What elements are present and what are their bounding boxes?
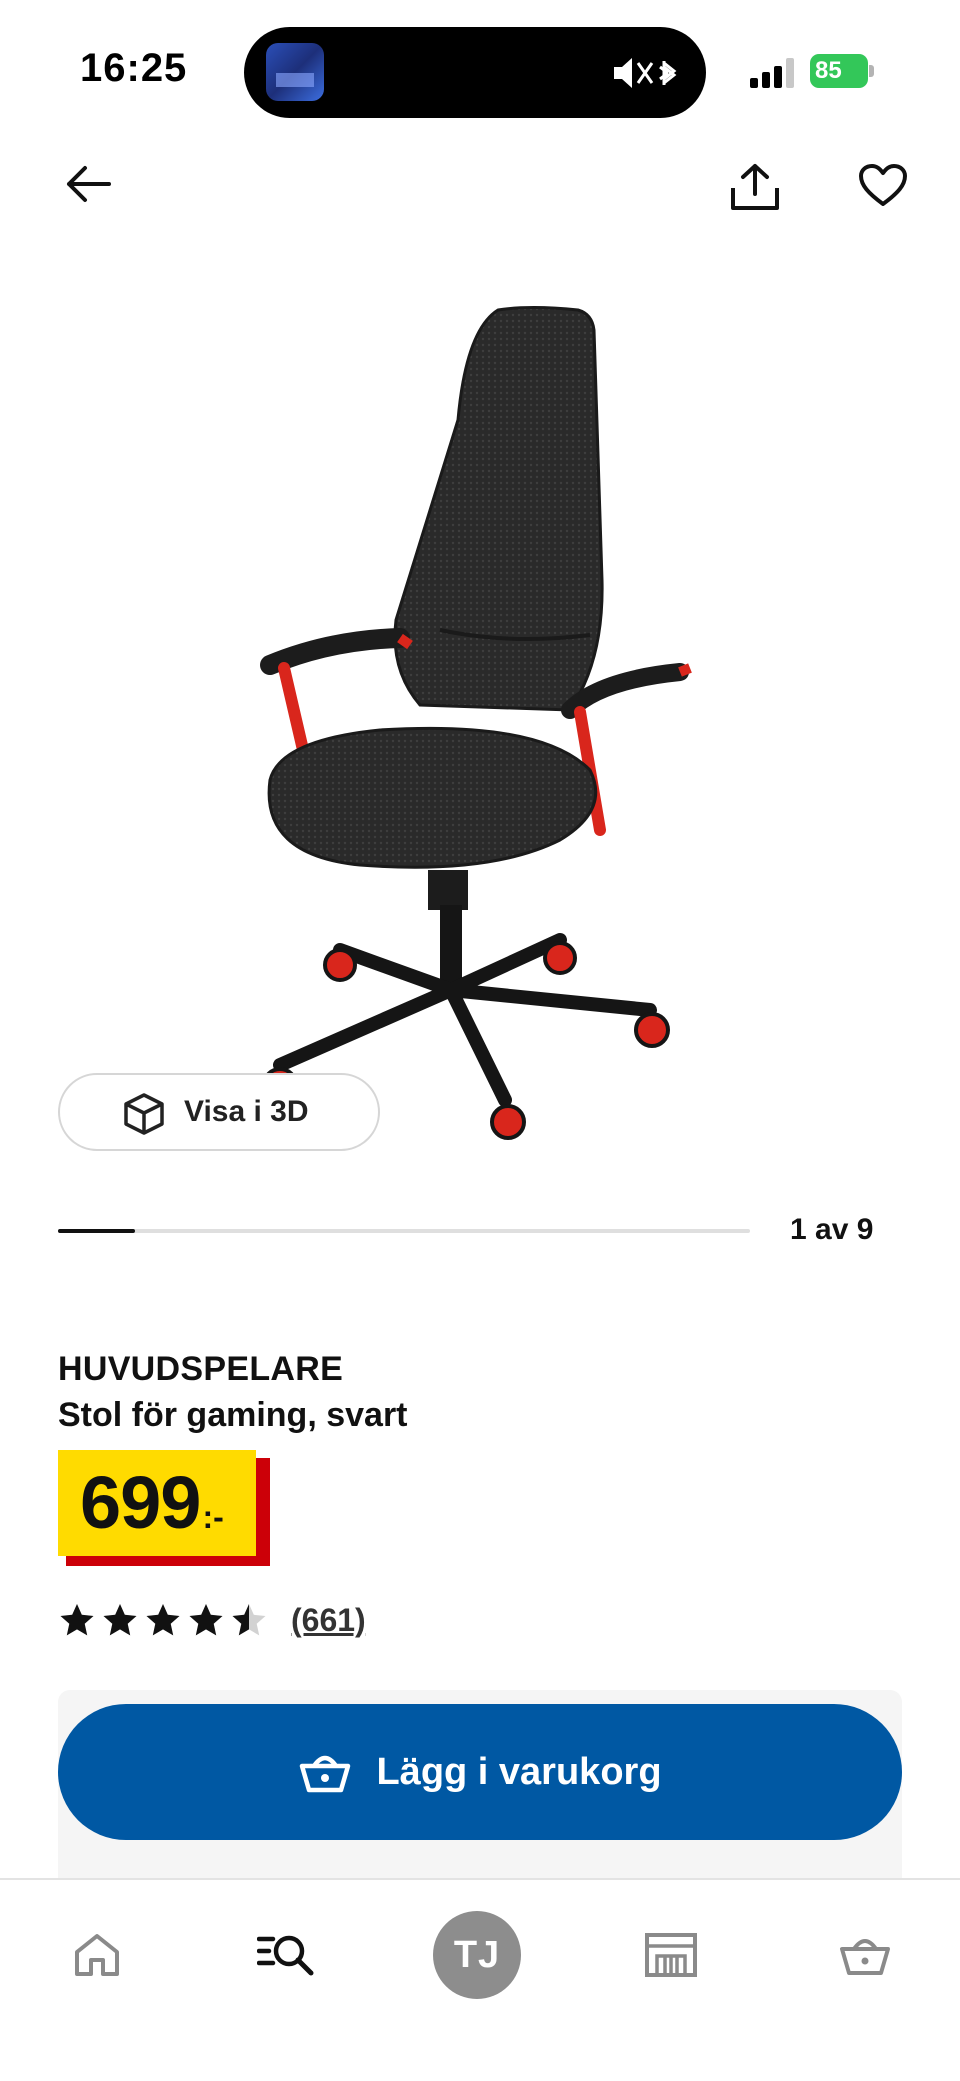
rating-stars xyxy=(58,1602,273,1638)
add-to-cart-label: Lägg i varukorg xyxy=(376,1750,662,1793)
price-value: 699 xyxy=(80,1461,201,1544)
cart-icon xyxy=(840,1939,890,1975)
nav-store[interactable] xyxy=(626,1910,716,2000)
search-icon xyxy=(257,1935,314,1976)
add-to-cart-button[interactable]: Lägg i varukorg xyxy=(58,1704,902,1840)
nav-home[interactable] xyxy=(52,1910,142,2000)
product-description: Stol för gaming, svart xyxy=(58,1396,408,1434)
battery-indicator: 85 xyxy=(810,54,874,88)
star-icon xyxy=(103,1604,137,1636)
home-icon xyxy=(75,1934,119,1976)
image-counter: 1 av 9 xyxy=(790,1213,874,1246)
view-in-3d-button[interactable]: Visa i 3D xyxy=(58,1073,380,1151)
cellular-signal-icon xyxy=(750,56,798,88)
battery-percent: 85 xyxy=(810,54,868,88)
product-rating[interactable]: (661) xyxy=(58,1597,366,1643)
product-image[interactable] xyxy=(240,300,700,1160)
bottom-navigation: TJ xyxy=(0,1878,960,2081)
avatar: TJ xyxy=(433,1911,521,1999)
review-count-link[interactable]: (661) xyxy=(291,1602,366,1639)
share-icon xyxy=(731,164,779,210)
star-icon xyxy=(189,1604,223,1636)
favorite-button[interactable] xyxy=(854,156,912,214)
price-tag: 699 :- xyxy=(58,1450,270,1566)
star-icon xyxy=(232,1604,266,1636)
price-box: 699 :- xyxy=(58,1450,256,1556)
view-in-3d-label: Visa i 3D xyxy=(184,1095,309,1128)
image-carousel-progress xyxy=(58,1229,750,1233)
nav-search[interactable] xyxy=(242,1910,332,2000)
carousel-progress-fill xyxy=(58,1229,135,1233)
product-name: HUVUDSPELARE xyxy=(58,1350,344,1388)
heart-icon xyxy=(859,164,907,206)
arrow-left-icon xyxy=(67,166,111,202)
status-time: 16:25 xyxy=(80,46,188,90)
cube-3d-icon xyxy=(124,1093,164,1135)
price-suffix: :- xyxy=(202,1499,224,1535)
dynamic-island xyxy=(244,27,706,118)
muted-bluetooth-audio-icon xyxy=(614,58,677,88)
star-icon xyxy=(60,1604,94,1636)
now-playing-app-icon xyxy=(266,43,324,101)
share-button[interactable] xyxy=(724,156,786,218)
shopping-basket-icon xyxy=(300,1755,351,1793)
status-bar: 16:25 85 xyxy=(0,0,960,140)
nav-profile[interactable]: TJ xyxy=(432,1910,522,2000)
store-icon xyxy=(645,1933,697,1977)
star-icon xyxy=(146,1604,180,1636)
nav-cart[interactable] xyxy=(820,1910,910,2000)
back-button[interactable] xyxy=(60,156,116,212)
